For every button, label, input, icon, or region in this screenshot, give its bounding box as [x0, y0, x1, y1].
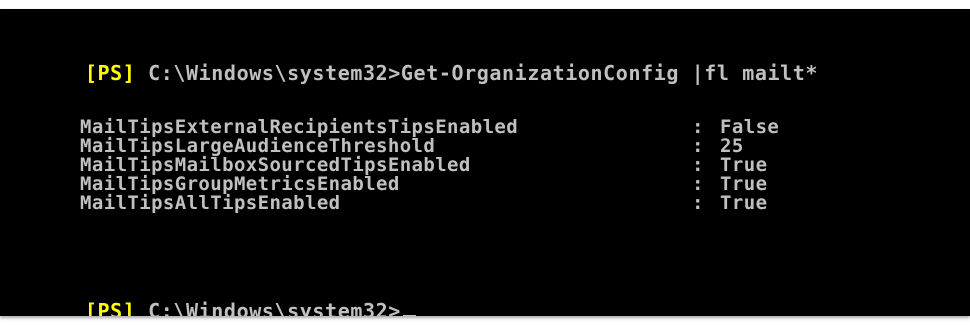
current-prompt-line[interactable]: [PS] C:\Windows\system32> [9, 275, 416, 316]
prompt-path: C:\Windows\system32> [135, 299, 401, 316]
prompt-tag: [PS] [84, 299, 136, 316]
powershell-console-window[interactable]: [PS] C:\Windows\system32>Get-Organizatio… [0, 9, 970, 316]
command-line: [PS] C:\Windows\system32>Get-Organizatio… [9, 37, 818, 85]
command-text: Get-OrganizationConfig |fl mailt* [400, 61, 819, 85]
prompt-path: C:\Windows\system32> [135, 61, 401, 85]
prompt-tag: [PS] [84, 61, 136, 85]
output-value: True [720, 192, 768, 214]
output-separator: : [692, 192, 704, 214]
output-row: MailTipsAllTipsEnabled: True [9, 170, 767, 214]
screenshot-frame: [PS] C:\Windows\system32>Get-Organizatio… [0, 0, 970, 325]
output-key: MailTipsAllTipsEnabled [80, 192, 341, 214]
text-cursor [402, 315, 416, 316]
